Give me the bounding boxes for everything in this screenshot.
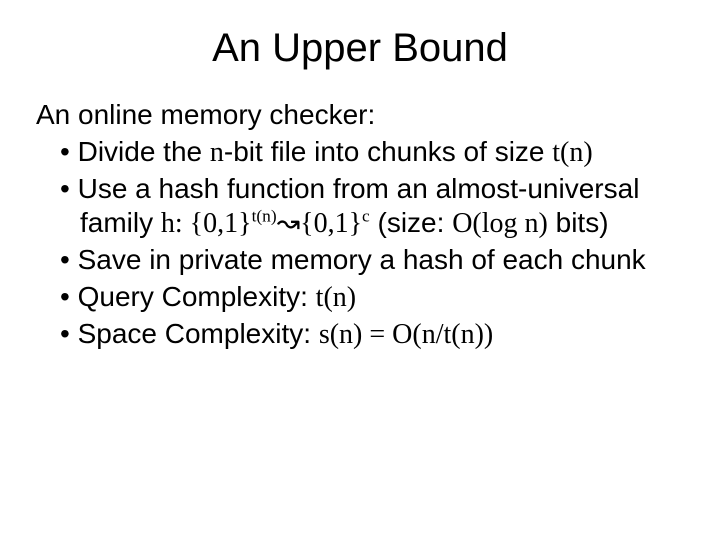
text: -bit file into chunks of size — [224, 136, 552, 167]
math-h-domain: h: {0,1} — [161, 208, 252, 239]
bullet-4: Query Complexity: t(n) — [60, 280, 684, 315]
intro-line: An online memory checker: — [36, 99, 684, 131]
math-tn2: t(n) — [316, 282, 356, 313]
text: Save in private memory a hash of each ch… — [78, 244, 646, 275]
bullet-2: Use a hash function from an almost-unive… — [60, 172, 684, 241]
bullet-1: Divide the n-bit file into chunks of siz… — [60, 135, 684, 170]
arrow-icon: ↝ — [277, 207, 300, 238]
bullet-3: Save in private memory a hash of each ch… — [60, 243, 684, 277]
math-n: n — [210, 137, 224, 168]
text: (size: — [370, 207, 452, 238]
text: Space Complexity: — [78, 318, 319, 349]
slide-title: An Upper Bound — [36, 26, 684, 71]
text: Query Complexity: — [78, 281, 316, 312]
math-tn: t(n) — [552, 137, 592, 168]
math-range: {0,1} — [300, 208, 362, 239]
math-ologn: O(log n) — [452, 208, 548, 239]
text: bits) — [548, 207, 609, 238]
slide: An Upper Bound An online memory checker:… — [0, 0, 720, 540]
bullet-5: Space Complexity: s(n) = O(n/t(n)) — [60, 317, 684, 352]
text: Divide the — [78, 136, 210, 167]
bullet-list: Divide the n-bit file into chunks of siz… — [36, 135, 684, 352]
math-sn: s(n) = O(n/t(n)) — [319, 319, 493, 350]
math-sup-c: c — [362, 207, 370, 226]
math-sup-tn: t(n) — [252, 207, 277, 226]
